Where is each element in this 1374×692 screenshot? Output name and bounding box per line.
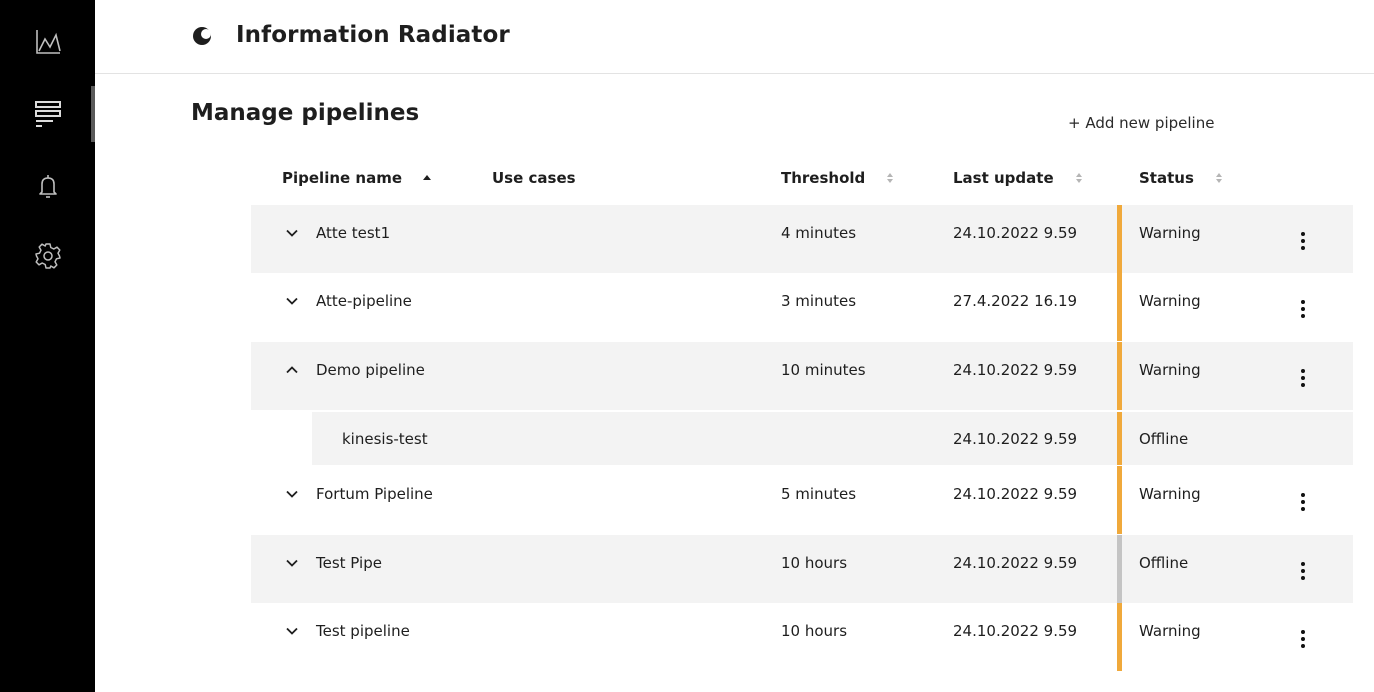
threshold-value: 10 minutes <box>781 361 866 379</box>
more-options-icon[interactable] <box>1293 490 1313 514</box>
nav-notifications[interactable] <box>0 158 95 214</box>
nav-settings[interactable] <box>0 228 95 284</box>
sort-icon <box>1215 173 1222 183</box>
table-row[interactable]: Atte test1 4 minutes 24.10.2022 9.59 War… <box>251 205 1353 273</box>
column-header-threshold[interactable]: Threshold <box>781 169 895 187</box>
column-header-pipeline-name[interactable]: Pipeline name <box>282 169 432 187</box>
sort-icon <box>887 173 894 183</box>
bell-icon <box>38 175 57 198</box>
table-row[interactable]: Atte-pipeline 3 minutes 27.4.2022 16.19 … <box>251 273 1353 341</box>
table-row[interactable]: Fortum Pipeline 5 minutes 24.10.2022 9.5… <box>251 466 1353 534</box>
threshold-value: 5 minutes <box>781 485 857 503</box>
last-update-value: 24.10.2022 9.59 <box>953 554 1078 572</box>
page-title: Manage pipelines <box>191 100 420 126</box>
pipeline-name: Fortum Pipeline <box>316 485 433 503</box>
pipeline-name: Atte-pipeline <box>316 292 412 310</box>
threshold-value: 10 hours <box>781 622 848 640</box>
app-title: Information Radiator <box>236 22 510 48</box>
sort-asc-icon <box>423 175 432 180</box>
column-header-label: Use cases <box>492 169 576 187</box>
status-indicator-warning <box>1117 603 1122 671</box>
pipeline-name: Atte test1 <box>316 224 391 242</box>
status-text: Offline <box>1139 430 1189 448</box>
last-update-value: 24.10.2022 9.59 <box>953 224 1078 242</box>
list-icon <box>34 101 61 127</box>
active-indicator <box>91 86 95 142</box>
status-indicator-warning <box>1117 466 1122 534</box>
status-indicator-warning <box>1117 205 1122 273</box>
add-pipeline-button[interactable]: + Add new pipeline <box>1068 114 1214 132</box>
chevron-up-icon[interactable] <box>285 363 299 377</box>
last-update-value: 24.10.2022 9.59 <box>953 430 1078 448</box>
status-text: Warning <box>1139 224 1201 242</box>
threshold-value: 3 minutes <box>781 292 857 310</box>
chevron-down-icon[interactable] <box>285 487 299 501</box>
chevron-down-icon[interactable] <box>285 556 299 570</box>
threshold-value: 4 minutes <box>781 224 857 242</box>
nav-analytics[interactable] <box>0 14 95 70</box>
status-text: Warning <box>1139 622 1201 640</box>
status-text: Warning <box>1139 485 1201 503</box>
column-header-status[interactable]: Status <box>1139 169 1224 187</box>
use-case-row: kinesis-test 24.10.2022 9.59 Offline <box>312 412 1353 465</box>
pipeline-name: Demo pipeline <box>316 361 425 379</box>
sort-icon <box>1075 173 1082 183</box>
chevron-down-icon[interactable] <box>285 226 299 240</box>
status-indicator-offline <box>1117 535 1122 603</box>
column-header-label: Pipeline name <box>282 169 403 187</box>
status-text: Warning <box>1139 292 1201 310</box>
column-header-last-update[interactable]: Last update <box>953 169 1084 187</box>
last-update-value: 24.10.2022 9.59 <box>953 485 1078 503</box>
column-header-label: Threshold <box>781 169 866 187</box>
last-update-value: 24.10.2022 9.59 <box>953 361 1078 379</box>
sidebar <box>0 0 95 692</box>
column-header-label: Last update <box>953 169 1054 187</box>
table-row[interactable]: Test pipeline 10 hours 24.10.2022 9.59 W… <box>251 603 1353 671</box>
status-text: Warning <box>1139 361 1201 379</box>
app-header: Information Radiator <box>95 0 1374 74</box>
pipeline-name: Test Pipe <box>316 554 382 572</box>
threshold-value: 10 hours <box>781 554 848 572</box>
chevron-down-icon[interactable] <box>285 624 299 638</box>
line-chart-icon <box>35 30 61 54</box>
column-header-label: Status <box>1139 169 1194 187</box>
table-row[interactable]: Test Pipe 10 hours 24.10.2022 9.59 Offli… <box>251 535 1353 603</box>
status-text: Offline <box>1139 554 1189 572</box>
more-options-icon[interactable] <box>1293 627 1313 651</box>
last-update-value: 27.4.2022 16.19 <box>953 292 1078 310</box>
column-header-use-cases: Use cases <box>492 169 576 187</box>
use-case-name: kinesis-test <box>342 430 428 448</box>
gear-icon <box>34 243 61 269</box>
nav-pipelines[interactable] <box>0 86 95 142</box>
more-options-icon[interactable] <box>1293 297 1313 321</box>
status-indicator-warning <box>1117 412 1122 465</box>
last-update-value: 24.10.2022 9.59 <box>953 622 1078 640</box>
table-row[interactable]: Demo pipeline 10 minutes 24.10.2022 9.59… <box>251 342 1353 410</box>
more-options-icon[interactable] <box>1293 559 1313 583</box>
more-options-icon[interactable] <box>1293 366 1313 390</box>
pipeline-name: Test pipeline <box>316 622 410 640</box>
chevron-down-icon[interactable] <box>285 294 299 308</box>
logo-icon <box>193 27 211 45</box>
status-indicator-warning <box>1117 273 1122 341</box>
more-options-icon[interactable] <box>1293 229 1313 253</box>
status-indicator-warning <box>1117 342 1122 410</box>
